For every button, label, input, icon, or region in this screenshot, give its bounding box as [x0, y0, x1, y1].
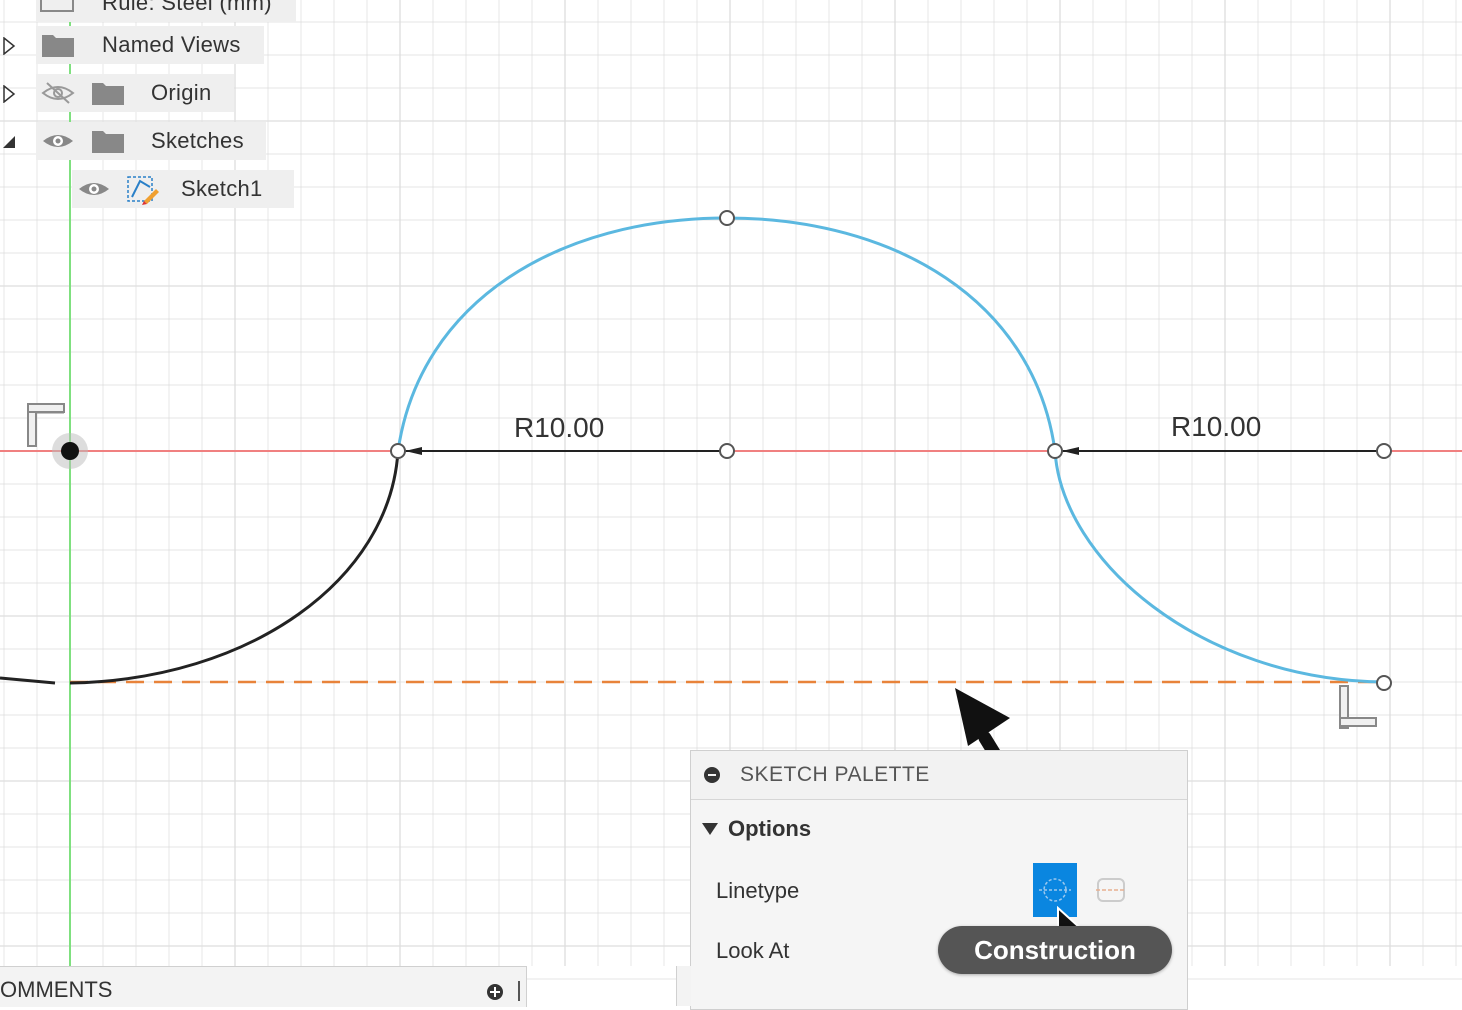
caret-down-icon — [702, 823, 718, 835]
add-comment-icon[interactable] — [486, 983, 504, 1001]
expand-triangle-icon[interactable] — [2, 85, 16, 103]
centerline-linetype-icon[interactable] — [1096, 875, 1126, 905]
sketch-point — [1376, 443, 1392, 459]
sketch-point — [1047, 443, 1063, 459]
sketch-point — [719, 210, 735, 226]
constraint-icon-tangent[interactable] — [1339, 685, 1377, 729]
partial-panel-edge — [676, 966, 691, 1006]
dimension-label-left[interactable]: R10.00 — [514, 412, 604, 444]
dimension-label-right[interactable]: R10.00 — [1171, 411, 1261, 443]
rule-icon — [40, 0, 74, 12]
options-section-header[interactable]: Options — [691, 800, 1187, 858]
comments-label: OMMENTS — [0, 977, 113, 1002]
folder-icon — [92, 83, 124, 105]
panel-divider — [518, 981, 520, 1001]
collapse-triangle-icon[interactable] — [2, 133, 16, 151]
eye-hidden-icon[interactable] — [41, 81, 75, 105]
dimension-arrow-left — [405, 447, 422, 455]
browser-item-label: Sketches — [151, 128, 244, 153]
options-label: Options — [728, 816, 812, 841]
origin-point[interactable] — [61, 442, 79, 460]
dimension-arrow-right — [1062, 447, 1079, 455]
comments-panel[interactable]: OMMENTS — [0, 966, 527, 1007]
browser-item-origin[interactable]: Origin — [36, 74, 234, 112]
palette-title: SKETCH PALETTE — [740, 763, 930, 786]
palette-header[interactable]: SKETCH PALETTE — [691, 751, 1187, 800]
browser-item-label: Named Views — [102, 32, 241, 57]
folder-icon — [92, 131, 124, 153]
browser-item-sketch1[interactable]: Sketch1 — [72, 170, 294, 208]
eye-icon[interactable] — [77, 177, 111, 201]
browser-item-label: Rule: Steel (mm) — [102, 0, 272, 15]
collapse-icon[interactable] — [704, 767, 720, 783]
folder-icon — [42, 35, 74, 57]
sketch-icon — [127, 176, 159, 205]
browser-item-named-views[interactable]: Named Views — [36, 26, 264, 64]
browser-item-sketches[interactable]: Sketches — [36, 122, 266, 160]
browser-item-label: Sketch1 — [181, 176, 263, 201]
sketch-point — [390, 443, 406, 459]
tooltip: Construction — [938, 926, 1172, 974]
linetype-label: Linetype — [716, 878, 800, 903]
eye-icon[interactable] — [41, 129, 75, 153]
sketch-arc-right[interactable] — [1053, 450, 1385, 684]
sketch-point — [719, 443, 735, 459]
browser-item-rule[interactable]: Rule: Steel (mm) — [36, 0, 296, 22]
look-at-label: Look At — [716, 938, 790, 963]
sketch-point — [1376, 675, 1392, 691]
browser-item-label: Origin — [151, 80, 212, 105]
sketch-arc-left[interactable] — [0, 450, 400, 685]
expand-triangle-icon[interactable] — [2, 37, 16, 55]
